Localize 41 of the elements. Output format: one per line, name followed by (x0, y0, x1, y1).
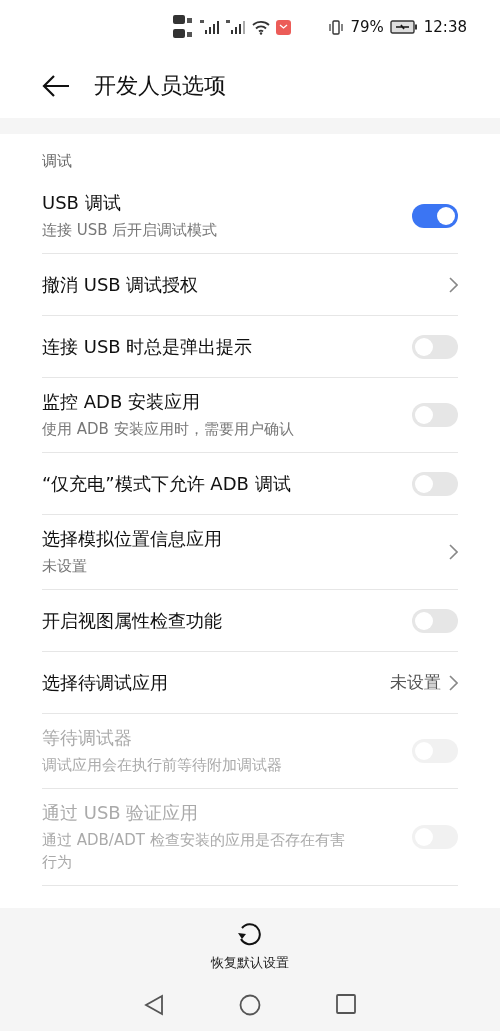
clock: 12:38 (423, 18, 467, 36)
section-header: 调试 (41, 151, 73, 172)
back-nav-icon[interactable] (144, 994, 164, 1016)
setting-title: 连接 USB 时总是弹出提示 (42, 334, 254, 359)
setting-description: 通过 ADB/ADT 检查安装的应用是否存在有害行为 (42, 830, 346, 873)
setting-description: 连接 USB 后开启调试模式 (42, 220, 219, 241)
battery-charging-icon (389, 20, 418, 34)
setting-title: “仅充电”模式下允许 ADB 调试 (42, 471, 292, 496)
home-nav-icon[interactable] (239, 994, 261, 1016)
setting-title: 监控 ADB 安装应用 (42, 390, 201, 414)
reset-icon (236, 920, 264, 948)
vibrate-icon (328, 19, 345, 35)
restore-defaults-button[interactable]: 恢复默认设置 (211, 920, 289, 972)
chevron-right-icon (449, 276, 458, 293)
setting-title: 开启视图属性检查功能 (42, 608, 223, 633)
toggle-switch[interactable] (412, 334, 458, 359)
signal-icon (200, 19, 220, 35)
hd-icon (172, 13, 194, 41)
back-icon[interactable] (42, 74, 70, 98)
app-notification-icon (276, 19, 291, 35)
setting-title: 通过 USB 验证应用 (42, 801, 200, 825)
setting-title: USB 调试 (42, 191, 122, 215)
setting-title: 选择模拟位置信息应用 (42, 527, 223, 551)
toggle-switch[interactable] (412, 204, 458, 228)
wifi-icon (252, 19, 270, 35)
battery-percent: 79% (350, 18, 384, 36)
toggle-switch[interactable] (412, 403, 458, 427)
setting-description: 使用 ADB 安装应用时，需要用户确认 (42, 419, 295, 440)
toggle-switch[interactable] (412, 471, 458, 496)
setting-description: 未设置 (42, 556, 88, 577)
setting-title: 选择待调试应用 (42, 670, 169, 695)
signal-icon (226, 19, 246, 35)
chevron-right-icon (449, 674, 458, 691)
page-title: 开发人员选项 (94, 72, 226, 100)
setting-title: 等待调试器 (42, 726, 133, 750)
chevron-right-icon (449, 544, 458, 560)
recents-nav-icon[interactable] (336, 994, 356, 1014)
toggle-switch[interactable] (412, 608, 458, 633)
setting-description: 调试应用会在执行前等待附加调试器 (42, 755, 283, 776)
setting-value: 未设置 (390, 671, 441, 694)
setting-title: 撤消 USB 调试授权 (42, 272, 200, 297)
